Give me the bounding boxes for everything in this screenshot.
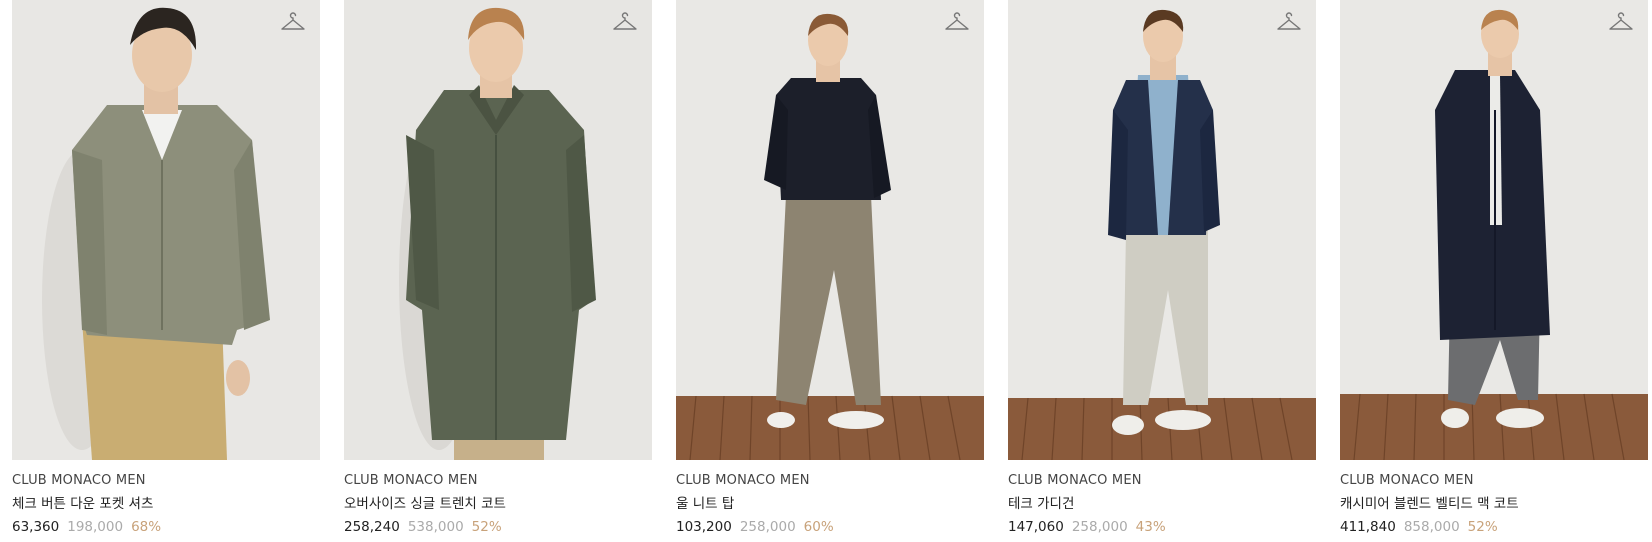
hanger-icon[interactable] [1608, 12, 1634, 34]
product-brand[interactable]: CLUB MONACO MEN [1008, 473, 1316, 489]
sale-price: 63,360 [12, 519, 60, 535]
product-image[interactable] [344, 0, 652, 460]
discount-rate: 43% [1135, 519, 1166, 535]
sale-price: 411,840 [1340, 519, 1396, 535]
product-brand[interactable]: CLUB MONACO MEN [344, 473, 652, 489]
original-price: 198,000 [67, 519, 124, 535]
product-card[interactable]: CLUB MONACO MEN 체크 버튼 다운 포켓 셔츠 63,360 198… [12, 0, 320, 542]
discount-rate: 60% [803, 519, 834, 535]
product-brand[interactable]: CLUB MONACO MEN [1340, 473, 1648, 489]
product-image[interactable] [1340, 0, 1648, 460]
discount-rate: 52% [1467, 519, 1498, 535]
product-image[interactable] [1008, 0, 1316, 460]
product-photo [12, 0, 320, 460]
product-photo [344, 0, 652, 460]
product-prices: 63,360 198,000 68% [12, 519, 320, 536]
product-name[interactable]: 캐시미어 블렌드 벨티드 맥 코트 [1340, 496, 1648, 513]
product-photo [1008, 0, 1316, 460]
product-prices: 147,060 258,000 43% [1008, 519, 1316, 536]
product-photo [676, 0, 984, 460]
product-prices: 103,200 258,000 60% [676, 519, 984, 536]
product-image[interactable] [12, 0, 320, 460]
original-price: 258,000 [739, 519, 796, 535]
hanger-icon[interactable] [944, 12, 970, 34]
original-price: 858,000 [1403, 519, 1460, 535]
product-card[interactable]: CLUB MONACO MEN 오버사이즈 싱글 트렌치 코트 258,240 5… [344, 0, 652, 542]
product-name[interactable]: 테크 가디건 [1008, 496, 1316, 513]
hanger-icon[interactable] [280, 12, 306, 34]
original-price: 538,000 [407, 519, 464, 535]
hanger-icon[interactable] [1276, 12, 1302, 34]
original-price: 258,000 [1071, 519, 1128, 535]
product-brand[interactable]: CLUB MONACO MEN [676, 473, 984, 489]
product-prices: 258,240 538,000 52% [344, 519, 652, 536]
sale-price: 258,240 [344, 519, 400, 535]
sale-price: 103,200 [676, 519, 732, 535]
discount-rate: 52% [471, 519, 502, 535]
product-image[interactable] [676, 0, 984, 460]
hanger-icon[interactable] [612, 12, 638, 34]
product-grid: CLUB MONACO MEN 체크 버튼 다운 포켓 셔츠 63,360 198… [0, 0, 1652, 542]
product-photo [1340, 0, 1648, 460]
discount-rate: 68% [131, 519, 162, 535]
product-prices: 411,840 858,000 52% [1340, 519, 1648, 536]
product-card[interactable]: CLUB MONACO MEN 캐시미어 블렌드 벨티드 맥 코트 411,84… [1340, 0, 1648, 542]
product-brand[interactable]: CLUB MONACO MEN [12, 473, 320, 489]
product-name[interactable]: 울 니트 탑 [676, 496, 984, 513]
product-name[interactable]: 체크 버튼 다운 포켓 셔츠 [12, 496, 320, 513]
product-card[interactable]: CLUB MONACO MEN 테크 가디건 147,060 258,000 43% [1008, 0, 1316, 542]
product-name[interactable]: 오버사이즈 싱글 트렌치 코트 [344, 496, 652, 513]
product-card[interactable]: CLUB MONACO MEN 울 니트 탑 103,200 258,000 60% [676, 0, 984, 542]
sale-price: 147,060 [1008, 519, 1064, 535]
